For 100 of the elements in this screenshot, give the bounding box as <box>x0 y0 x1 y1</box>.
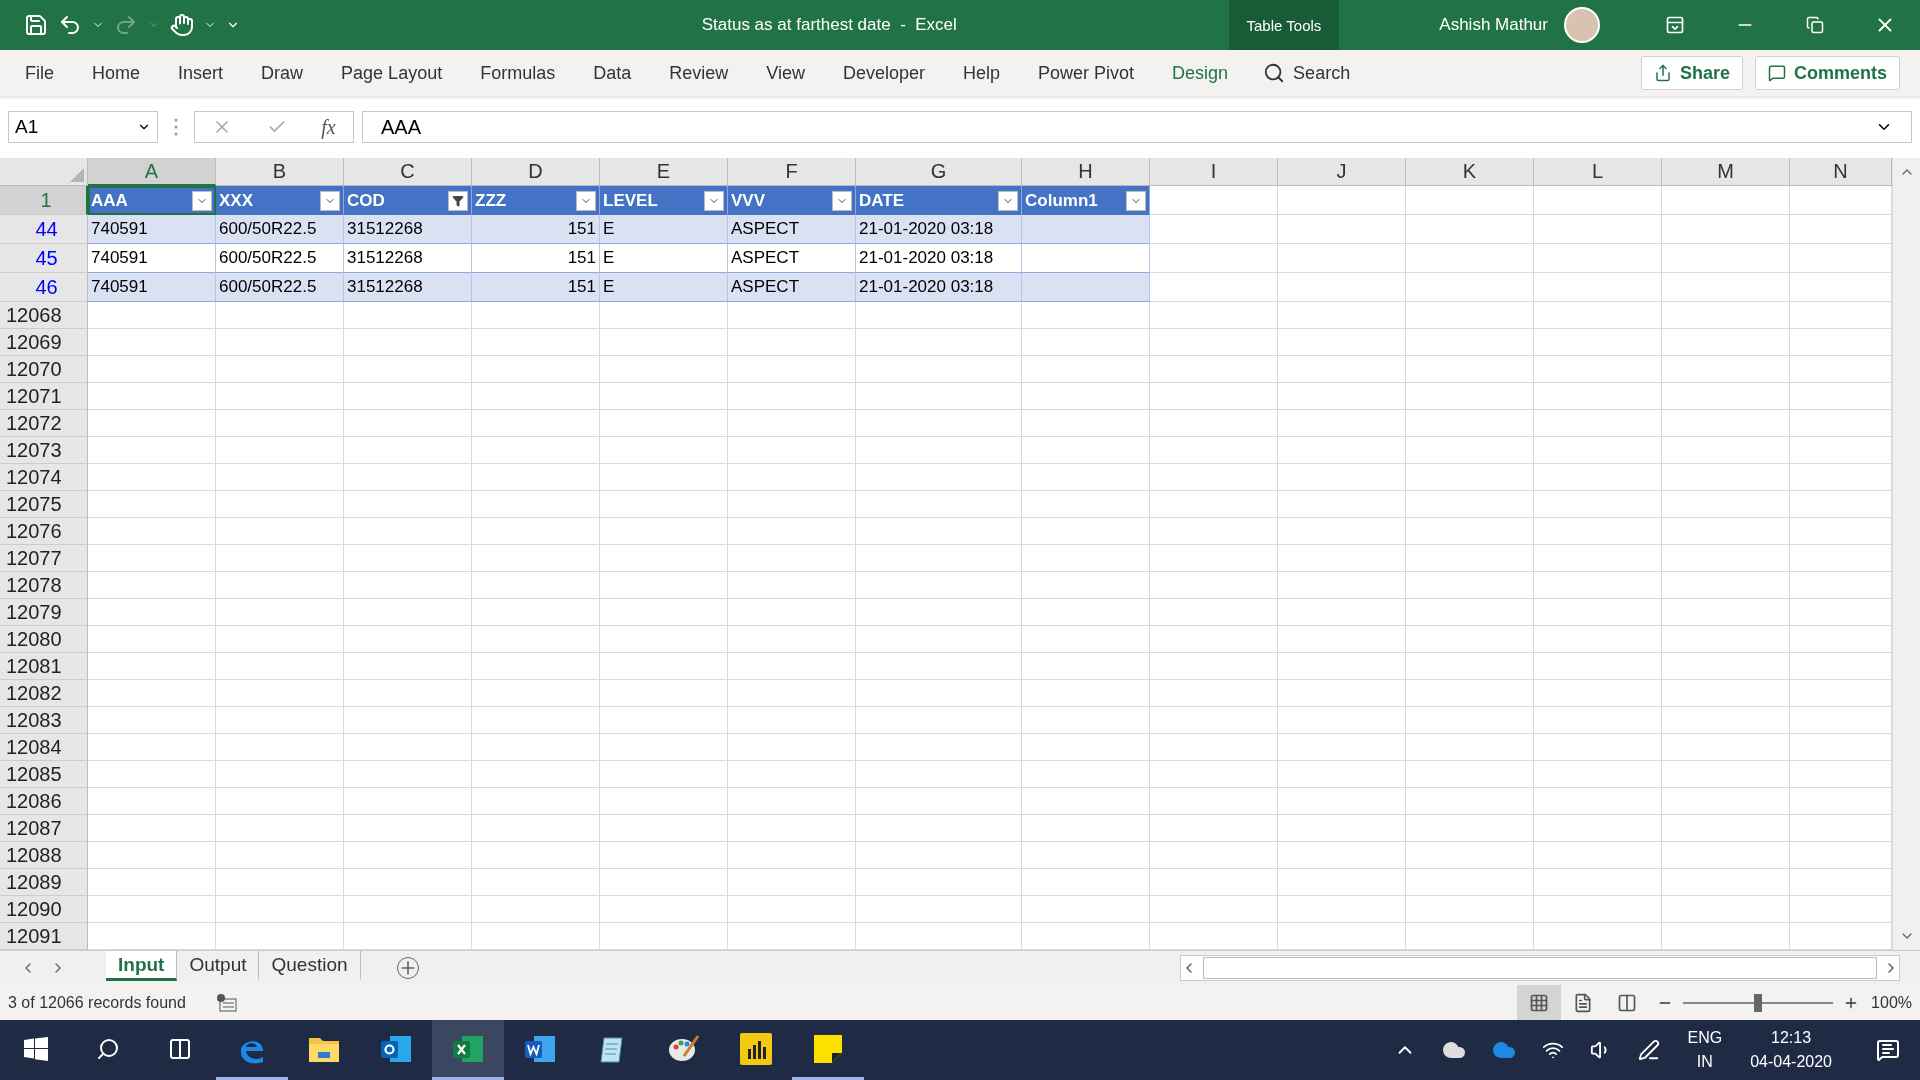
row-header[interactable]: 45 <box>0 244 88 273</box>
row-header[interactable]: 12088 <box>0 842 88 869</box>
formula-field[interactable]: AAA <box>362 111 1912 143</box>
region-indicator[interactable]: IN <box>1696 1053 1713 1071</box>
ribbon-tab[interactable]: Review <box>652 62 746 84</box>
column-header[interactable]: E <box>600 158 728 186</box>
row-header[interactable]: 12073 <box>0 437 88 464</box>
row-header[interactable]: 12085 <box>0 761 88 788</box>
row-header[interactable]: 12087 <box>0 815 88 842</box>
drag-handle-icon[interactable] <box>174 118 178 136</box>
accessibility-icon[interactable] <box>215 992 238 1013</box>
undo-icon[interactable] <box>58 13 82 37</box>
page-break-icon <box>1617 992 1638 1013</box>
filter-button[interactable] <box>576 190 596 211</box>
horizontal-scrollbar[interactable] <box>1180 955 1900 981</box>
table-cell: 600/50R22.5 <box>216 215 344 244</box>
row-header[interactable]: 12077 <box>0 545 88 572</box>
row-header[interactable]: 12091 <box>0 923 88 950</box>
column-header[interactable]: H <box>1022 158 1150 186</box>
row-header[interactable]: 12075 <box>0 491 88 518</box>
language-indicator[interactable]: ENG <box>1687 1029 1723 1047</box>
filter-icon <box>452 194 464 207</box>
search-icon[interactable] <box>1263 62 1286 84</box>
row-header[interactable]: 12090 <box>0 896 88 923</box>
row-header[interactable]: 12068 <box>0 302 88 329</box>
zoom-thumb[interactable] <box>1754 993 1763 1012</box>
row-header[interactable]: 12071 <box>0 383 88 410</box>
avatar[interactable] <box>1564 7 1600 43</box>
ribbon-display-icon[interactable] <box>1665 15 1685 35</box>
view-button[interactable] <box>1517 985 1562 1020</box>
zoom-level[interactable]: 100% <box>1871 993 1912 1012</box>
ribbon-tab[interactable]: File <box>8 62 71 84</box>
vertical-scrollbar[interactable] <box>1892 158 1920 950</box>
ribbon-tab[interactable]: Home <box>75 62 158 84</box>
column-header[interactable]: G <box>856 158 1022 186</box>
search-label[interactable]: Search <box>1293 62 1351 84</box>
comments-button[interactable]: Comments <box>1755 56 1900 90</box>
filter-button[interactable] <box>192 190 212 211</box>
sheet-tab[interactable]: Input <box>106 951 178 981</box>
row-header[interactable]: 12089 <box>0 869 88 896</box>
column-header[interactable]: I <box>1150 158 1278 186</box>
column-header[interactable]: L <box>1534 158 1662 186</box>
column-header[interactable]: N <box>1790 158 1892 186</box>
filter-button[interactable] <box>1126 190 1146 211</box>
clock-time[interactable]: 12:13 <box>1771 1029 1812 1047</box>
row-header[interactable]: 12070 <box>0 356 88 383</box>
ribbon-tab[interactable]: Data <box>576 62 649 84</box>
table-cell: 740591 <box>88 244 216 273</box>
sheet-tab[interactable]: Question <box>259 951 361 981</box>
column-header[interactable]: J <box>1278 158 1406 186</box>
table-cell: 151 <box>472 244 600 273</box>
column-header[interactable]: B <box>216 158 344 186</box>
filter-button[interactable] <box>320 190 340 211</box>
ribbon-tab[interactable]: Page Layout <box>324 62 460 84</box>
ribbon-tab[interactable]: Insert <box>161 62 241 84</box>
row-header[interactable]: 12079 <box>0 599 88 626</box>
column-header[interactable]: M <box>1662 158 1790 186</box>
row-header[interactable]: 44 <box>0 215 88 244</box>
row-header[interactable]: 12076 <box>0 518 88 545</box>
row-header[interactable]: 12082 <box>0 680 88 707</box>
user-name[interactable]: Ashish Mathur <box>1439 15 1548 35</box>
ribbon-tab[interactable]: Power Pivot <box>1021 62 1152 84</box>
row-header[interactable]: 12072 <box>0 410 88 437</box>
column-header[interactable]: D <box>472 158 600 186</box>
filter-button[interactable] <box>998 190 1018 211</box>
ribbon-tab[interactable]: Design <box>1155 62 1246 84</box>
column-header[interactable]: C <box>344 158 472 186</box>
insert-function-button[interactable]: fx <box>321 115 336 139</box>
filter-button[interactable] <box>832 190 852 211</box>
notification-icon[interactable] <box>1876 1038 1900 1062</box>
row-header[interactable]: 12080 <box>0 626 88 653</box>
row-header[interactable]: 12078 <box>0 572 88 599</box>
pen-icon[interactable] <box>1638 1039 1661 1061</box>
share-button[interactable]: Share <box>1640 56 1743 90</box>
filter-button[interactable] <box>704 190 724 211</box>
ribbon-tab[interactable]: View <box>749 62 822 84</box>
ribbon-tab[interactable]: Developer <box>825 62 942 84</box>
touch-icon[interactable] <box>170 13 194 37</box>
ribbon-tab[interactable]: Formulas <box>463 62 573 84</box>
name-box[interactable]: A1 <box>8 111 158 143</box>
task-view-icon <box>168 1036 192 1061</box>
clock-date[interactable]: 04-04-2020 <box>1750 1053 1832 1071</box>
column-header[interactable]: F <box>728 158 856 186</box>
column-header[interactable]: K <box>1406 158 1534 186</box>
row-header[interactable]: 12086 <box>0 788 88 815</box>
ribbon-tab[interactable]: Help <box>946 62 1018 84</box>
row-header[interactable]: 12069 <box>0 329 88 356</box>
bar-chart-app-icon <box>740 1032 772 1065</box>
row-header[interactable]: 1 <box>0 186 88 215</box>
restore-icon[interactable] <box>1806 16 1824 34</box>
row-header[interactable]: 12074 <box>0 464 88 491</box>
row-header[interactable]: 46 <box>0 273 88 302</box>
save-icon[interactable] <box>24 13 48 37</box>
row-header[interactable]: 12081 <box>0 653 88 680</box>
row-header[interactable]: 12083 <box>0 707 88 734</box>
filter-button[interactable] <box>448 190 468 211</box>
sheet-tab[interactable]: Output <box>177 951 260 981</box>
row-header[interactable]: 12084 <box>0 734 88 761</box>
ribbon-tab[interactable]: Draw <box>244 62 321 84</box>
column-header[interactable]: A <box>88 158 216 186</box>
